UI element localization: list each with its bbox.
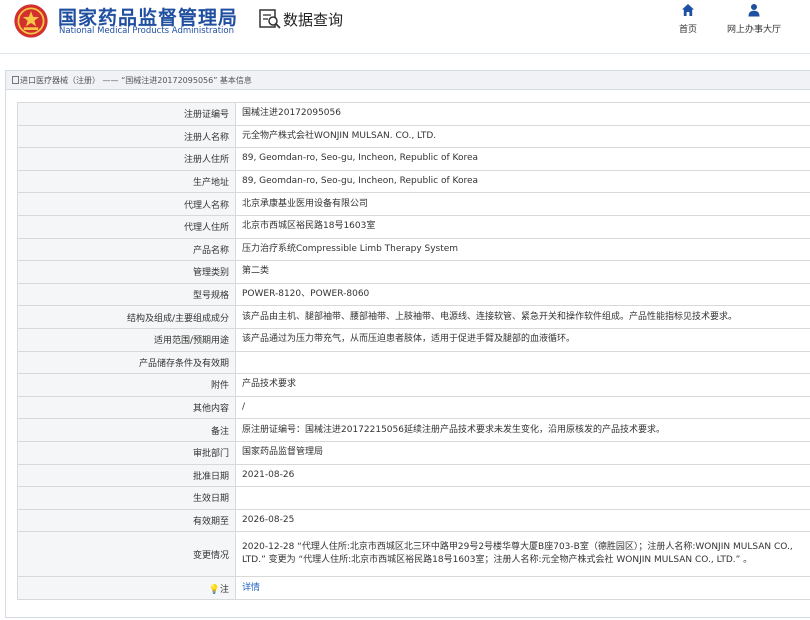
field-value: 2026-08-25 — [235, 508, 810, 533]
field-value: 该产品由主机、腿部袖带、腰部袖带、上肢袖带、电源线、连接软管、紧急开关和操作软件… — [235, 305, 810, 329]
field-value: 国械注进20172095056 — [235, 102, 810, 126]
table-row: 注册证编号 国械注进20172095056 — [17, 102, 810, 126]
home-icon — [682, 4, 694, 16]
field-value: 国家药品监督管理局 — [235, 440, 810, 465]
field-value: 2020-12-28 “代理人住所:北京市西城区北三环中路甲29号2号楼华尊大厦… — [235, 531, 810, 578]
field-value: 第二类 — [235, 260, 810, 284]
breadcrumb-root-link[interactable]: 进口医疗器械（注册） — [20, 76, 100, 85]
note-label: 💡注 — [17, 576, 236, 600]
registration-info-table: 注册证编号 国械注进20172095056 注册人名称 元全物产株式会社WONJIN… — [17, 102, 810, 600]
field-value: 89, Geomdan-ro, Seo-gu, Incheon, Republi… — [235, 147, 810, 171]
nav-online-hall-link[interactable]: 网上办事大厅 — [722, 3, 786, 35]
field-label: 其他内容 — [17, 395, 236, 420]
table-row: 结构及组成/主要组成成分 该产品由主机、腿部袖带、腰部袖带、上肢袖带、电源线、连接… — [17, 305, 810, 329]
field-value: 元全物产株式会社WONJIN MULSAN. CO., LTD. — [235, 124, 810, 149]
field-label: 适用范围/预期用途 — [17, 327, 236, 352]
field-label: 结构及组成/主要组成成分 — [17, 305, 236, 329]
data-query-title: 数据查询 — [283, 11, 344, 29]
detail-panel: 进口医疗器械（注册） —— “国械注进20172095056” 基本信息 注册证… — [5, 70, 810, 618]
field-label: 注册证编号 — [17, 102, 236, 126]
table-row: 代理人名称 北京承康基业医用设备有限公司 — [17, 192, 810, 216]
field-label: 代理人住所 — [17, 214, 236, 239]
field-value: 原注册证编号：国械注进20172215056延续注册产品技术要求未发生变化，沿用… — [235, 418, 810, 442]
table-row: 型号规格 POWER-8120、POWER-8060 — [17, 282, 810, 307]
breadcrumb: 进口医疗器械（注册） —— “国械注进20172095056” 基本信息 — [6, 71, 810, 90]
table-row: 生效日期 — [17, 486, 810, 510]
table-row: 有效期至 2026-08-25 — [17, 508, 810, 533]
table-row: 备注 原注册证编号：国械注进20172215056延续注册产品技术要求未发生变化，… — [17, 418, 810, 442]
user-icon — [748, 4, 760, 17]
table-row: 💡注 详情 — [17, 576, 810, 600]
field-value: 北京市西城区裕民路18号1603室 — [235, 214, 810, 239]
table-row: 变更情况 2020-12-28 “代理人住所:北京市西城区北三环中路甲29号2号楼… — [17, 531, 810, 578]
field-value: 北京承康基业医用设备有限公司 — [235, 192, 810, 216]
field-label: 产品名称 — [17, 237, 236, 262]
breadcrumb-current: “国械注进20172095056” 基本信息 — [121, 76, 252, 85]
nav-home-label: 首页 — [678, 25, 697, 35]
nav-online-hall-label: 网上办事大厅 — [726, 25, 781, 35]
field-label: 备注 — [17, 418, 236, 442]
table-row: 注册人名称 元全物产株式会社WONJIN MULSAN. CO., LTD. — [17, 124, 810, 149]
field-label: 有效期至 — [17, 508, 236, 533]
table-row: 产品储存条件及有效期 — [17, 350, 810, 375]
field-label: 生效日期 — [17, 486, 236, 510]
table-row: 其他内容 / — [17, 395, 810, 420]
table-row: 批准日期 2021-08-26 — [17, 463, 810, 488]
field-label: 批准日期 — [17, 463, 236, 488]
field-label: 管理类别 — [17, 260, 236, 284]
field-value — [235, 350, 810, 375]
field-value: 详情 — [235, 576, 810, 600]
field-value: / — [235, 395, 810, 420]
document-icon — [12, 76, 19, 84]
table-row: 代理人住所 北京市西城区裕民路18号1603室 — [17, 214, 810, 239]
table-row: 产品名称 压力治疗系统Compressible Limb Therapy Syst… — [17, 237, 810, 262]
note-label-text: 注 — [219, 584, 229, 595]
field-value — [235, 486, 810, 510]
site-name-en: National Medical Products Administration — [59, 26, 234, 36]
field-label: 附件 — [17, 373, 236, 397]
field-label: 注册人名称 — [17, 124, 236, 149]
field-value: 压力治疗系统Compressible Limb Therapy System — [235, 237, 810, 262]
detail-link[interactable]: 详情 — [242, 583, 260, 593]
field-label: 型号规格 — [17, 282, 236, 307]
header-divider — [0, 53, 810, 54]
field-label: 生产地址 — [17, 169, 236, 194]
field-label: 注册人住所 — [17, 147, 236, 171]
field-value: POWER-8120、POWER-8060 — [235, 282, 810, 307]
field-value: 2021-08-26 — [235, 463, 810, 488]
table-row: 附件 产品技术要求 — [17, 373, 810, 397]
breadcrumb-separator: —— — [102, 76, 119, 85]
field-value: 产品技术要求 — [235, 373, 810, 397]
table-row: 审批部门 国家药品监督管理局 — [17, 440, 810, 465]
field-label: 变更情况 — [17, 531, 236, 578]
table-row: 生产地址 89, Geomdan-ro, Seo-gu, Incheon, Rep… — [17, 169, 810, 194]
national-emblem-icon — [14, 4, 48, 38]
data-query-icon — [259, 9, 281, 29]
field-label: 审批部门 — [17, 440, 236, 465]
site-header: 国家药品监督管理局 National Medical Products Admi… — [0, 0, 810, 54]
bulb-icon: 💡 — [208, 584, 220, 595]
field-value: 89, Geomdan-ro, Seo-gu, Incheon, Republi… — [235, 169, 810, 194]
table-row: 管理类别 第二类 — [17, 260, 810, 284]
nav-home-link[interactable]: 首页 — [672, 3, 704, 35]
field-label: 代理人名称 — [17, 192, 236, 216]
field-value: 该产品通过为压力带充气，从而压迫患者肢体，适用于促进手臂及腿部的血液循环。 — [235, 327, 810, 352]
table-row: 注册人住所 89, Geomdan-ro, Seo-gu, Incheon, Re… — [17, 147, 810, 171]
field-label: 产品储存条件及有效期 — [17, 350, 236, 375]
table-row: 适用范围/预期用途 该产品通过为压力带充气，从而压迫患者肢体，适用于促进手臂及腿部… — [17, 327, 810, 352]
